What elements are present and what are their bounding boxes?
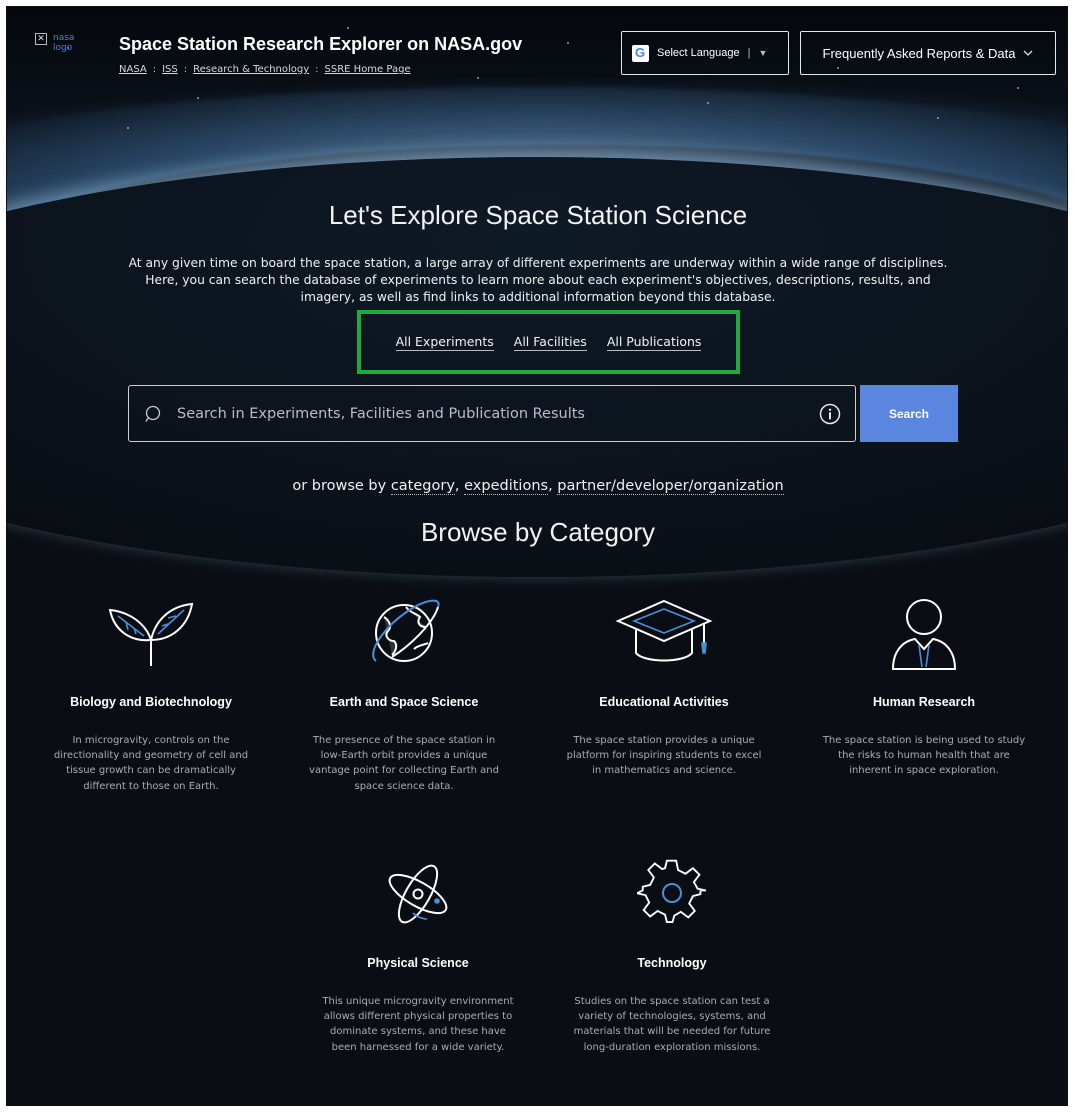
category-description: The space station is being used to study…	[822, 735, 1026, 777]
breadcrumb-ssre-home[interactable]: SSRE Home Page	[325, 64, 411, 75]
category-education[interactable]: Educational Activities The space station…	[562, 593, 766, 779]
person-bust-icon	[822, 593, 1026, 673]
browse-separator: ,	[454, 478, 465, 494]
category-label: Human Research	[872, 695, 976, 709]
category-description: Studies on the space station can test a …	[573, 996, 771, 1053]
google-translate-icon	[632, 44, 649, 62]
search-button[interactable]: Search	[860, 385, 958, 442]
all-facilities-link[interactable]: All Facilities	[513, 334, 587, 351]
breadcrumb-research-technology[interactable]: Research & Technology	[193, 64, 309, 75]
logo-alt-text: nasa logo	[53, 33, 75, 53]
highlighted-quick-links: All Experiments All Facilities All Publi…	[357, 310, 740, 374]
breadcrumb: NASA : ISS : Research & Technology : SSR…	[119, 64, 411, 75]
browse-by-links: or browse by category, expeditions, part…	[7, 478, 1067, 495]
search-input[interactable]	[177, 405, 819, 422]
broken-image-icon: ✕	[35, 33, 47, 45]
intro-paragraph: At any given time on board the space sta…	[128, 256, 948, 304]
nasa-logo[interactable]: ✕ nasa logo	[35, 33, 75, 53]
globe-orbit-icon	[302, 593, 506, 673]
page-title: Let's Explore Space Station Science	[328, 200, 748, 230]
gear-icon	[570, 854, 774, 934]
browse-separator: ,	[548, 478, 558, 494]
caret-down-icon: ▼	[758, 48, 768, 58]
category-technology[interactable]: Technology Studies on the space station …	[570, 854, 774, 1055]
breadcrumb-separator: :	[315, 64, 319, 75]
graduation-cap-icon	[562, 593, 766, 673]
page-frame: ✕ nasa logo Space Station Research Explo…	[6, 6, 1068, 1106]
breadcrumb-nasa[interactable]: NASA	[119, 64, 147, 75]
language-divider: |	[747, 47, 751, 59]
breadcrumb-iss[interactable]: ISS	[162, 64, 178, 75]
category-label: Biology and Biotechnology	[70, 695, 232, 709]
plant-sprout-icon	[49, 593, 253, 673]
category-earth-space[interactable]: Earth and Space Science The presence of …	[302, 593, 506, 794]
category-label: Technology	[637, 956, 707, 970]
browse-partner-link[interactable]: partner/developer/organization	[557, 478, 784, 495]
category-description: The space station provides a unique plat…	[566, 735, 762, 777]
browse-category-link[interactable]: category	[390, 478, 455, 495]
breadcrumb-separator: :	[183, 64, 188, 75]
info-icon[interactable]	[819, 403, 841, 425]
all-experiments-link[interactable]: All Experiments	[395, 334, 494, 351]
search-bar	[128, 385, 856, 442]
atom-icon	[316, 854, 520, 934]
browse-expeditions-link[interactable]: expeditions	[464, 478, 549, 495]
browse-prefix: or browse by	[292, 478, 391, 494]
category-description: The presence of the space station in low…	[309, 735, 499, 792]
breadcrumb-separator: :	[152, 64, 157, 75]
search-icon	[145, 405, 163, 423]
category-biology[interactable]: Biology and Biotechnology In microgravit…	[49, 593, 253, 794]
browse-by-category-heading: Browse by Category	[420, 517, 656, 547]
category-human-research[interactable]: Human Research The space station is bein…	[822, 593, 1026, 779]
category-physical-science[interactable]: Physical Science This unique microgravit…	[316, 854, 520, 1055]
chevron-down-icon	[1023, 47, 1033, 59]
faq-reports-dropdown[interactable]: Frequently Asked Reports & Data	[800, 31, 1056, 75]
category-description: In microgravity, controls on the directi…	[53, 735, 249, 792]
select-language-label: Select Language	[657, 47, 740, 59]
select-language-button[interactable]: Select Language | ▼	[621, 31, 789, 75]
category-label: Physical Science	[367, 956, 469, 970]
category-description: This unique microgravity environment all…	[322, 996, 514, 1053]
category-label: Earth and Space Science	[329, 695, 479, 709]
all-publications-link[interactable]: All Publications	[606, 334, 702, 351]
category-label: Educational Activities	[599, 695, 729, 709]
faq-reports-label: Frequently Asked Reports & Data	[822, 45, 1016, 61]
site-title[interactable]: Space Station Research Explorer on NASA.…	[119, 34, 522, 55]
